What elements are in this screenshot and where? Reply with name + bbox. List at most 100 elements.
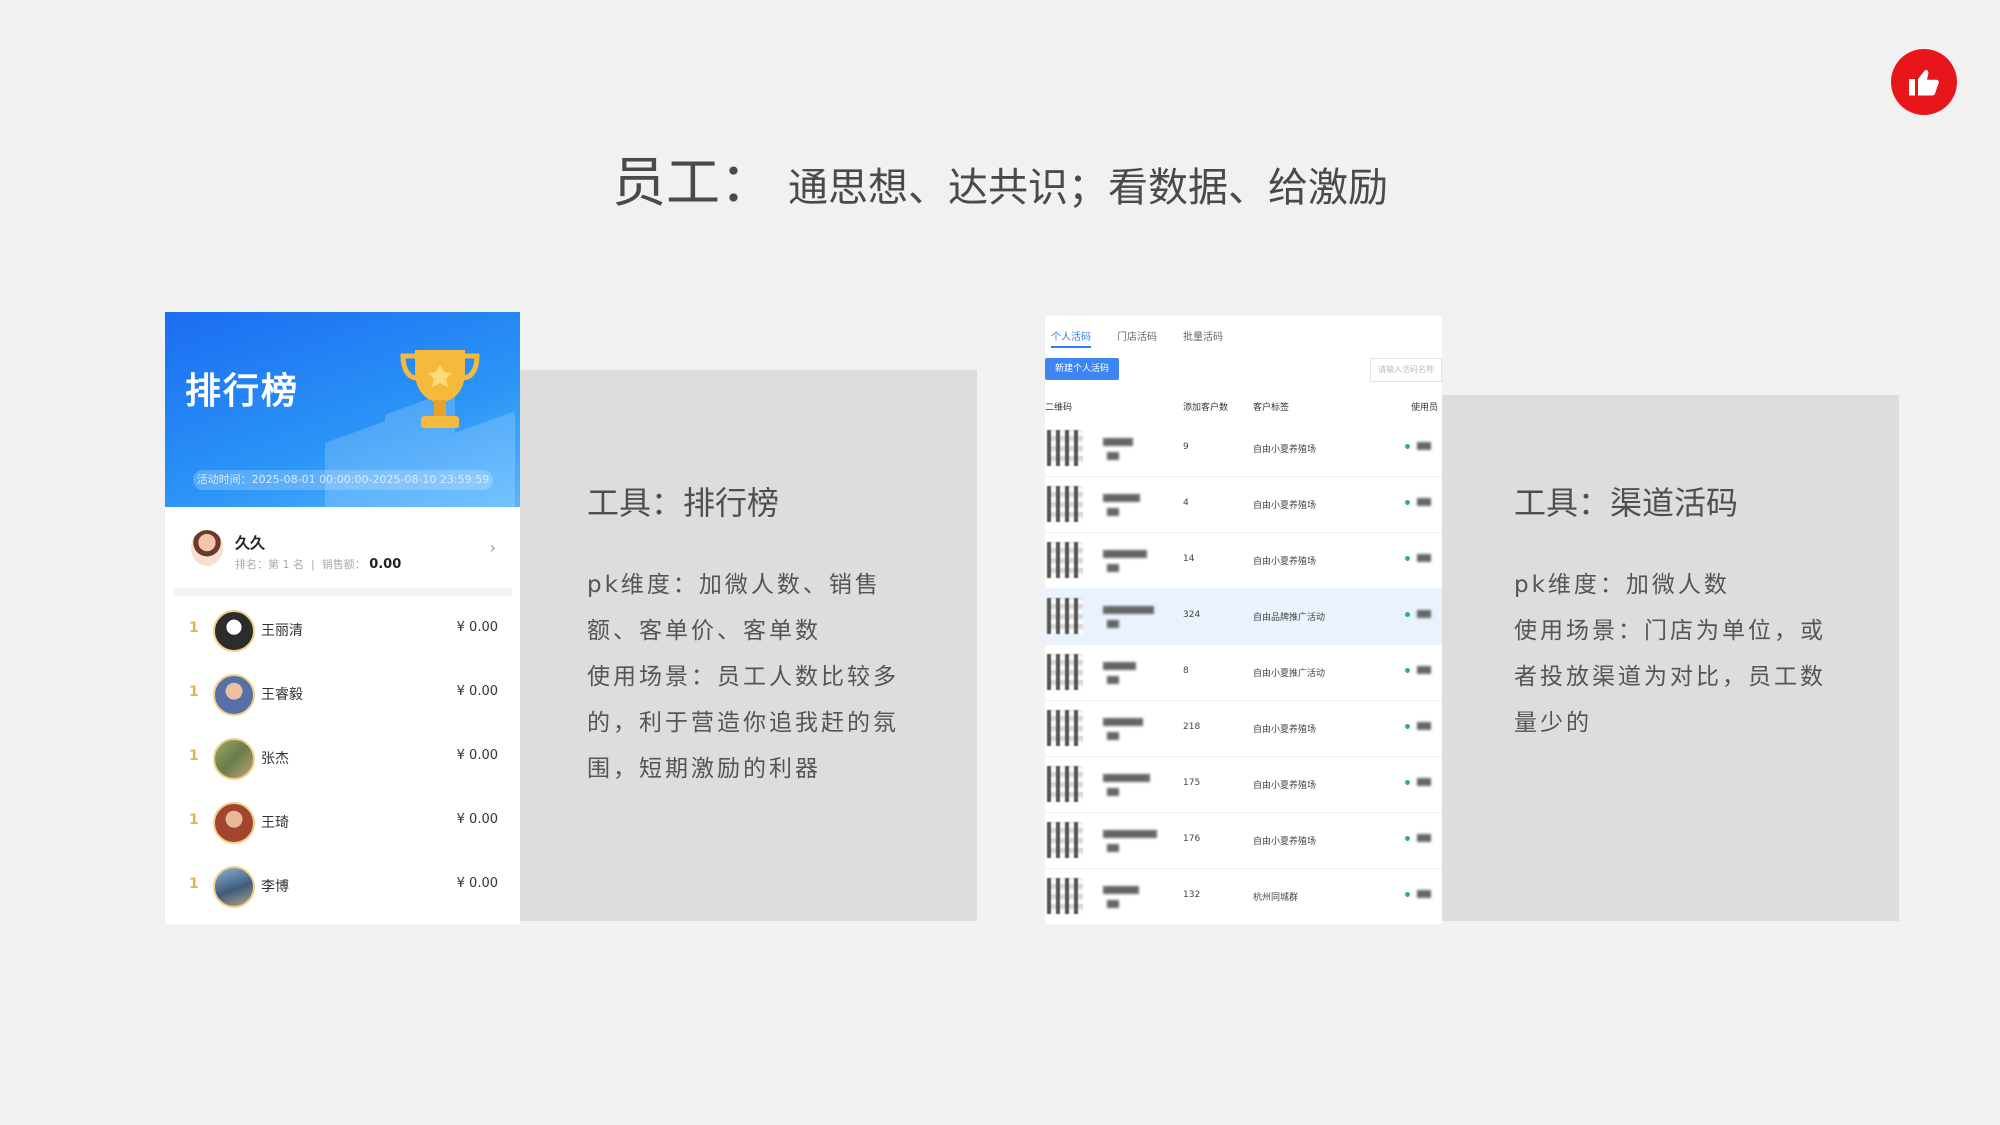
customer-count: 9 [1183, 442, 1189, 452]
add-code-button[interactable]: 新建个人活码 [1045, 358, 1119, 380]
customer-count: 14 [1183, 554, 1195, 564]
leaderboard-title: 排行榜 [185, 371, 300, 412]
list-item: 1 王丽清 ¥ 0.00 [173, 598, 512, 662]
my-rank-row[interactable]: 久久 排名：第 1 名 | 销售额： 0.00 › [173, 510, 512, 596]
desc-line: 者投放渠道为对比，员工数 [1514, 664, 1826, 690]
rank-name: 张杰 [261, 751, 289, 767]
blurred-name [1107, 564, 1119, 572]
rank-name: 王睿毅 [261, 687, 303, 703]
customer-count: 176 [1183, 834, 1201, 844]
table-row[interactable]: 14 自由小夏养殖场 [1045, 532, 1442, 589]
leaderboard-header: 排行榜 活动时间：2025-08-01 00:00:00-2025-08-10 … [165, 312, 520, 507]
search-input[interactable]: 请输入活码名称 [1370, 358, 1442, 382]
status-dot [1405, 612, 1410, 617]
table-row[interactable]: 4 自由小夏养殖场 [1045, 476, 1442, 533]
tab-batch-code[interactable]: 批量活码 [1183, 332, 1223, 343]
blurred-name [1103, 718, 1143, 726]
avatar [213, 738, 255, 780]
table-row[interactable]: 176 自由小夏养殖场 [1045, 812, 1442, 869]
status-dot [1405, 780, 1410, 785]
blurred-name [1107, 676, 1119, 684]
table-row[interactable]: 218 自由小夏养殖场 [1045, 700, 1442, 757]
tab-personal-code[interactable]: 个人活码 [1051, 332, 1091, 343]
rank-number: 1 [189, 620, 199, 636]
rank-name: 李博 [261, 879, 289, 895]
column-header: 添加客户数 [1183, 403, 1229, 413]
blurred-staff [1417, 722, 1431, 730]
desc-line: 使用场景：员工人数比较多 [587, 664, 899, 690]
title-sub: 通思想、达共识；看数据、给激励 [788, 165, 1388, 211]
chevron-right-icon[interactable]: › [490, 538, 496, 557]
customer-tag: 自由小夏养殖场 [1253, 445, 1317, 455]
column-header: 客户标签 [1253, 403, 1290, 413]
customer-count: 132 [1183, 890, 1201, 900]
blurred-staff [1417, 778, 1431, 786]
blurred-name [1103, 774, 1150, 782]
rank-amount: ¥ 0.00 [456, 876, 498, 891]
blurred-staff [1417, 610, 1431, 618]
customer-count: 218 [1183, 722, 1201, 732]
table-row[interactable]: 132 杭州同城群 [1045, 868, 1442, 924]
table-row[interactable]: 324 自由品牌推广活动 [1045, 588, 1442, 645]
rank-number: 1 [189, 812, 199, 828]
rank-number: 1 [189, 748, 199, 764]
my-sales-label: 销售额： [321, 558, 366, 571]
desc-line: pk维度：加微人数、销售 [587, 572, 881, 598]
blurred-name [1103, 550, 1147, 558]
customer-tag: 自由小夏养殖场 [1253, 501, 1317, 511]
avatar [213, 802, 255, 844]
blurred-name [1107, 508, 1119, 516]
blurred-name [1103, 662, 1136, 670]
list-item: 1 李博 ¥ 0.00 [173, 854, 512, 918]
blurred-name [1103, 494, 1140, 502]
rank-amount: ¥ 0.00 [456, 684, 498, 699]
rank-number: 1 [189, 876, 199, 892]
right-description: pk维度：加微人数 使用场景：门店为单位，或 者投放渠道为对比，员工数 量少的 [1514, 562, 1854, 746]
qr-code-image [1047, 486, 1083, 522]
active-tab-indicator [1051, 346, 1091, 348]
qr-code-image [1047, 430, 1083, 466]
status-dot [1405, 892, 1410, 897]
customer-count: 8 [1183, 666, 1189, 676]
qr-code-image [1047, 710, 1083, 746]
customer-tag: 杭州同城群 [1253, 893, 1299, 903]
rank-number: 1 [189, 684, 199, 700]
blurred-name [1103, 606, 1154, 614]
blurred-name [1103, 438, 1133, 446]
customer-count: 324 [1183, 610, 1201, 620]
rank-amount: ¥ 0.00 [456, 748, 498, 763]
blurred-staff [1417, 554, 1431, 562]
blurred-staff [1417, 666, 1431, 674]
qr-code-image [1047, 766, 1083, 802]
qr-code-image [1047, 878, 1083, 914]
desc-line: 围，短期激励的利器 [587, 756, 821, 782]
rank-amount: ¥ 0.00 [456, 620, 498, 635]
tab-store-code[interactable]: 门店活码 [1117, 332, 1157, 343]
customer-tag: 自由品牌推广活动 [1253, 613, 1326, 623]
status-dot [1405, 556, 1410, 561]
customer-count: 175 [1183, 778, 1201, 788]
list-item: 1 王睿毅 ¥ 0.00 [173, 662, 512, 726]
title-main: 员工： [612, 151, 774, 214]
table-row[interactable]: 175 自由小夏养殖场 [1045, 756, 1442, 813]
trophy-icon [400, 350, 480, 428]
customer-tag: 自由小夏养殖场 [1253, 725, 1317, 735]
blurred-name [1107, 844, 1119, 852]
list-item: 1 王琦 ¥ 0.00 [173, 790, 512, 854]
customer-count: 4 [1183, 498, 1189, 508]
leaderboard-screenshot: 排行榜 活动时间：2025-08-01 00:00:00-2025-08-10 … [165, 312, 520, 924]
my-name: 久久 [235, 534, 266, 552]
avatar [213, 610, 255, 652]
blurred-name [1107, 788, 1119, 796]
page-title: 员工： 通思想、达共识；看数据、给激励 [0, 138, 2000, 217]
desc-line: 量少的 [1514, 710, 1592, 736]
status-dot [1405, 836, 1410, 841]
customer-tag: 自由小夏推广活动 [1253, 669, 1326, 679]
left-panel-text: 工具：排行榜 pk维度：加微人数、销售 额、客单价、客单数 使用场景：员工人数比… [587, 478, 927, 792]
blurred-name [1107, 620, 1119, 628]
status-dot [1405, 500, 1410, 505]
rank-name: 王琦 [261, 815, 289, 831]
table-row[interactable]: 8 自由小夏推广活动 [1045, 644, 1442, 701]
table-row[interactable]: 9 自由小夏养殖场 [1045, 420, 1442, 477]
my-rank-label: 排名：第 1 名 [235, 558, 304, 571]
